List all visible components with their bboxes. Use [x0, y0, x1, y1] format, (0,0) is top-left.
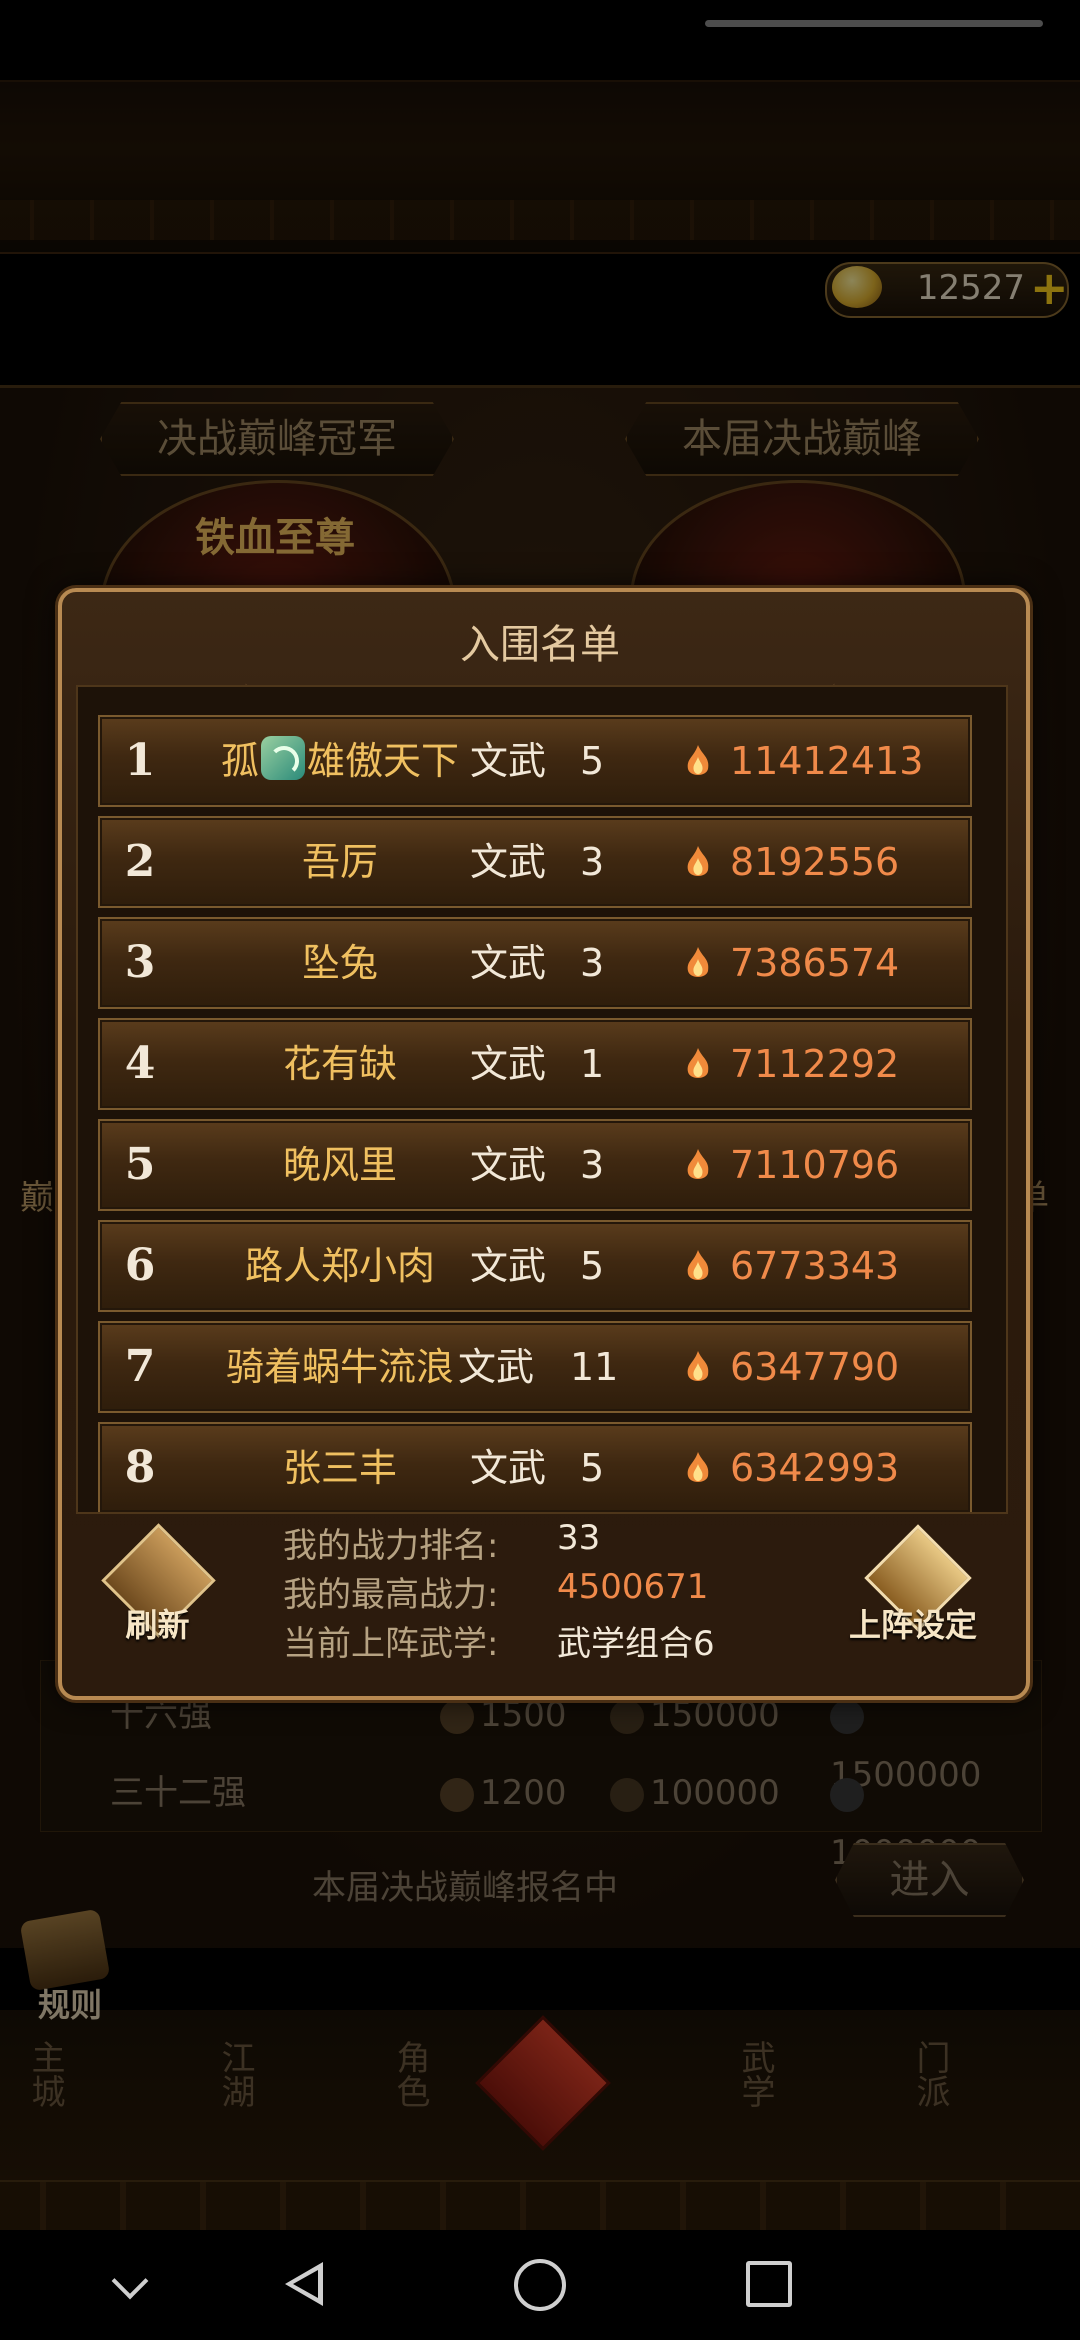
player-name: 骑着蜗牛流浪: [225, 1345, 454, 1389]
combat-power: 11412413: [730, 739, 924, 783]
player-name: 张三丰: [282, 1446, 397, 1490]
refresh-button[interactable]: 刷新: [110, 1600, 205, 1646]
player-level: 11: [570, 1345, 619, 1389]
combat-power: 6773343: [730, 1244, 900, 1288]
modal-title: 入围名单: [460, 622, 620, 668]
combat-power: 7112292: [730, 1042, 900, 1086]
rank-number: 2: [124, 836, 156, 887]
player-name-part: 雄傲天下: [307, 739, 460, 783]
player-class: 文武: [470, 739, 547, 783]
flame-power-icon: [687, 745, 709, 775]
flame-power-icon: [687, 1452, 709, 1482]
list-item[interactable]: 4 花有缺 文武 1 7112292: [98, 1018, 972, 1110]
current-skill-label: 当前上阵武学:: [283, 1624, 499, 1664]
combat-power: 7110796: [730, 1143, 900, 1187]
player-class: 文武: [470, 1042, 547, 1086]
recents-icon[interactable]: [746, 2261, 792, 2307]
rank-number: 1: [124, 735, 156, 786]
player-level: 5: [580, 1446, 605, 1490]
flame-power-icon: [687, 846, 709, 876]
deploy-setting-button[interactable]: 上阵设定: [838, 1600, 988, 1646]
current-skill-value: 武学组合6: [557, 1624, 715, 1664]
player-class: 文武: [458, 1345, 535, 1389]
rank-number: 7: [124, 1341, 156, 1392]
list-item[interactable]: 5 晚风里 文武 3 7110796: [98, 1119, 972, 1211]
player-name: 坠兔: [301, 941, 378, 985]
combat-power: 6342993: [730, 1446, 900, 1490]
my-rank-value: 33: [557, 1518, 601, 1558]
rank-number: 8: [124, 1442, 156, 1493]
player-class: 文武: [470, 941, 547, 985]
player-class: 文武: [470, 1244, 547, 1288]
flame-power-icon: [687, 1048, 709, 1078]
my-rank-label: 我的战力排名:: [283, 1526, 499, 1566]
rank-number: 5: [124, 1139, 156, 1190]
player-level: 3: [580, 840, 605, 884]
player-name: 晚风里: [282, 1143, 397, 1187]
combat-power: 8192556: [730, 840, 900, 884]
player-class: 文武: [470, 840, 547, 884]
player-class: 文武: [470, 1446, 547, 1490]
player-level: 3: [580, 1143, 605, 1187]
player-level: 3: [580, 941, 605, 985]
my-max-power-value: 4500671: [557, 1567, 709, 1607]
my-max-power-label: 我的最高战力:: [283, 1575, 499, 1615]
flame-power-icon: [687, 1351, 709, 1381]
rank-number: 6: [124, 1240, 156, 1291]
player-level: 1: [580, 1042, 605, 1086]
player-name-part: 孤: [220, 739, 259, 783]
home-icon[interactable]: [514, 2259, 566, 2311]
flame-power-icon: [687, 1149, 709, 1179]
player-name: 花有缺: [282, 1042, 397, 1086]
list-item[interactable]: 3 坠兔 文武 3 7386574: [98, 917, 972, 1009]
back-icon-inner: [293, 2270, 318, 2298]
list-item[interactable]: 8 张三丰 文武 5 6342993: [98, 1422, 972, 1512]
player-name: 吾厉: [301, 840, 378, 884]
player-name: 路人郑小肉: [244, 1244, 435, 1288]
player-class: 文武: [470, 1143, 547, 1187]
player-name: 孤 雄傲天下: [180, 717, 500, 805]
list-item[interactable]: 6 路人郑小肉 文武 5 6773343: [98, 1220, 972, 1312]
player-level: 5: [580, 739, 605, 783]
rank-number: 3: [124, 937, 156, 988]
combat-power: 6347790: [730, 1345, 900, 1389]
shortlist-list[interactable]: 1 孤雄傲天下 文武 5 11412413 2 吾厉 文武 3 8192556 …: [76, 685, 1008, 1514]
player-level: 5: [580, 1244, 605, 1288]
list-item[interactable]: 2 吾厉 文武 3 8192556: [98, 816, 972, 908]
list-item[interactable]: 1 孤 雄傲天下 文武 5 11412413: [98, 715, 972, 807]
flame-power-icon: [687, 947, 709, 977]
wave-emoji-icon: [261, 736, 305, 780]
list-item[interactable]: 7 骑着蜗牛流浪 文武 11 6347790: [98, 1321, 972, 1413]
rank-number: 4: [124, 1038, 156, 1089]
combat-power: 7386574: [730, 941, 900, 985]
flame-power-icon: [687, 1250, 709, 1280]
